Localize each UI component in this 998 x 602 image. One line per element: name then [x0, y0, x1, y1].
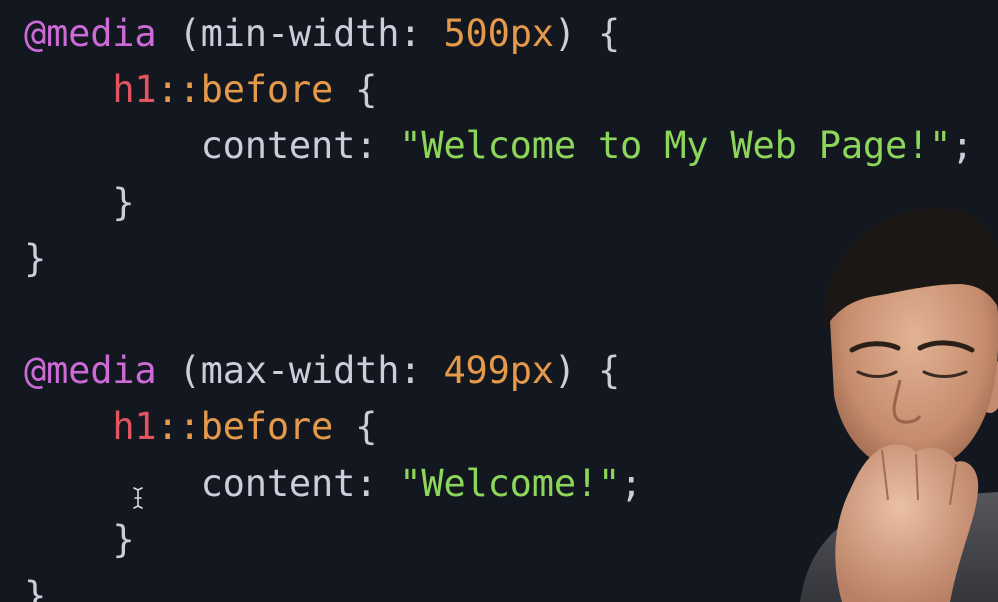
code-token: }	[24, 236, 47, 280]
code-token: h1	[112, 68, 157, 112]
code-line[interactable]: @media (min-width: 500px) {	[24, 6, 998, 62]
code-token: ::before	[156, 405, 334, 449]
code-token: }	[112, 180, 135, 224]
i-beam-cursor-icon	[133, 487, 143, 509]
code-line[interactable]: content: "Welcome to My Web Page!";	[24, 118, 998, 174]
video-frame: @media (min-width: 500px) { h1::before {…	[0, 0, 998, 602]
code-token: }	[112, 517, 135, 561]
code-line[interactable]: h1::before {	[24, 62, 998, 118]
code-token: ) {	[553, 349, 621, 393]
code-token: @media	[24, 349, 157, 393]
code-token: content:	[200, 124, 400, 168]
code-token: {	[333, 405, 378, 449]
presenter-video-overlay	[800, 207, 998, 602]
code-token: 500px	[443, 12, 554, 55]
code-token: @media	[24, 12, 157, 55]
code-token: {	[333, 68, 378, 112]
code-token: content:	[200, 461, 400, 505]
code-token: ) {	[553, 12, 621, 55]
code-token: }	[24, 573, 47, 602]
code-token: ;	[951, 124, 974, 168]
code-token: "Welcome to My Web Page!"	[399, 124, 952, 168]
code-token: h1	[112, 405, 157, 449]
code-token: ::before	[156, 68, 334, 112]
code-token: (max-width:	[156, 349, 444, 393]
code-token: 499px	[443, 349, 554, 393]
code-token: (min-width:	[156, 12, 444, 55]
code-token: "Welcome!"	[399, 461, 621, 505]
code-token: ;	[620, 461, 643, 505]
